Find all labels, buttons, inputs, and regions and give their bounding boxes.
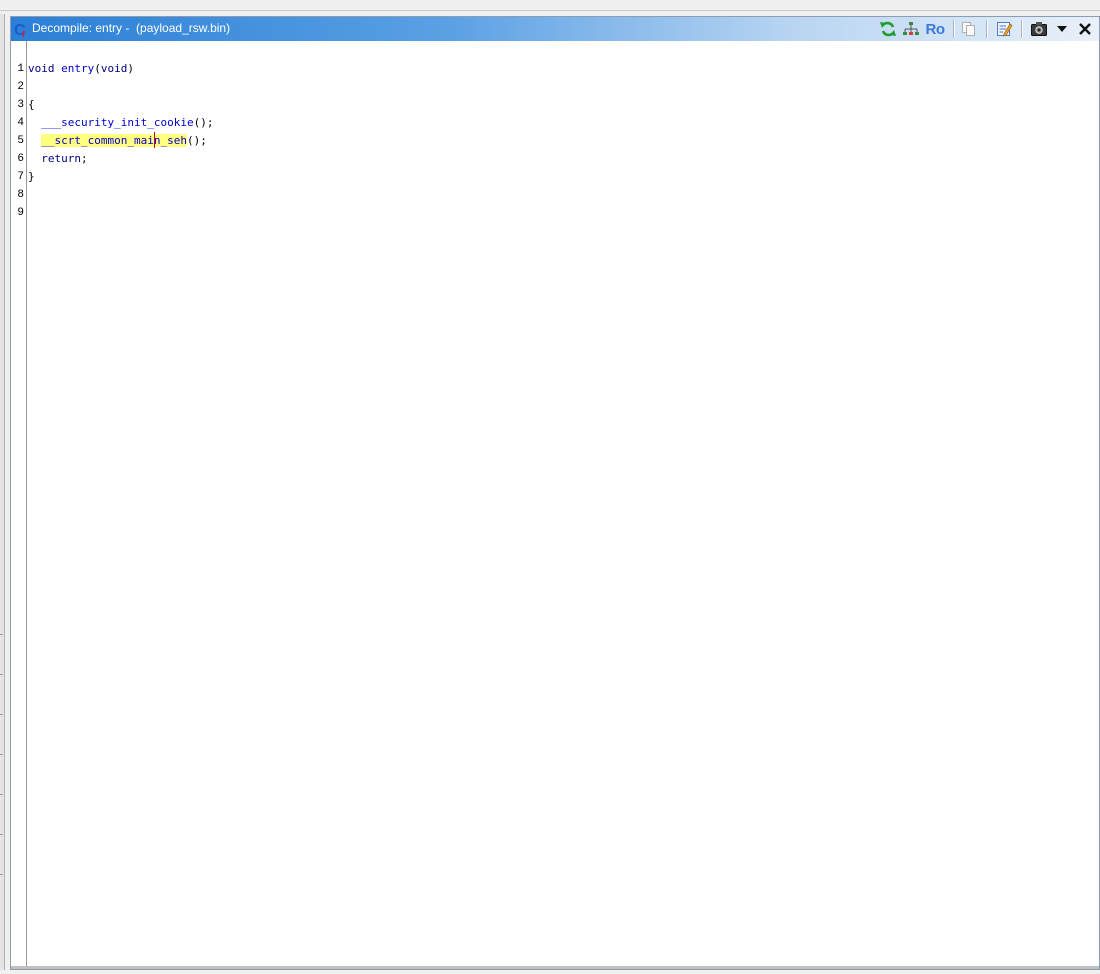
read-only-toggle[interactable]: Ro: [923, 19, 947, 39]
keyword-token[interactable]: void: [101, 62, 128, 75]
decompiler-logo-icon: C f: [14, 22, 26, 38]
dock-tick: [0, 754, 3, 755]
left-dock-edge: [0, 14, 5, 970]
punctuation: ();: [186, 134, 207, 147]
function-graph-button[interactable]: [901, 19, 921, 39]
panel-title: Decompile: entry - (payload_rsw.bin): [32, 21, 231, 35]
token-part: __scrt_common_mai: [41, 134, 154, 147]
line-number: 9: [17, 207, 24, 219]
code-line[interactable]: 8 }: [11, 168, 1081, 201]
close-button[interactable]: [1075, 19, 1095, 39]
code-text: ___security_init_cookie();: [28, 114, 213, 132]
function-graph-icon: [903, 22, 919, 35]
code-line[interactable]: 4 {: [11, 96, 1081, 129]
menu-dropdown-icon: [1057, 26, 1067, 32]
highlighted-function-call-token[interactable]: __scrt_common_main_seh: [41, 132, 187, 148]
toolbar-separator: [986, 20, 988, 38]
function-name-token[interactable]: entry: [61, 62, 94, 75]
edit-signature-button[interactable]: [994, 19, 1014, 39]
dock-tick: [0, 794, 3, 795]
keyword-token[interactable]: return: [41, 152, 81, 165]
code-editor[interactable]: 1 2 void entry(void) 3 4 { 5 ___security…: [11, 41, 1099, 969]
refresh-button[interactable]: [878, 19, 898, 39]
copy-button[interactable]: [959, 19, 979, 39]
read-only-label: Ro: [925, 20, 946, 38]
code-line[interactable]: 7 return;: [11, 150, 1081, 183]
code-line[interactable]: 1: [11, 42, 1081, 75]
bottom-border: [11, 966, 1099, 969]
close-icon: [1079, 23, 1091, 35]
code-line[interactable]: 5 ___security_init_cookie();: [11, 114, 1081, 147]
function-call-token[interactable]: ___security_init_cookie: [41, 116, 193, 129]
token-part: n_seh: [153, 134, 187, 147]
snapshot-icon: [1031, 22, 1047, 36]
open-brace: {: [28, 98, 35, 111]
dock-tick: [0, 634, 3, 635]
code-text: return;: [28, 150, 88, 168]
refresh-icon: [880, 21, 896, 37]
toolbar-separator: [1021, 20, 1023, 38]
text-caret: [153, 132, 155, 148]
code-text: void entry(void): [28, 60, 134, 78]
panel-menu-dropdown[interactable]: [1053, 19, 1071, 39]
code-line[interactable]: 9: [11, 186, 1081, 219]
copy-icon: [962, 22, 975, 36]
panel-titlebar[interactable]: C f Decompile: entry - (payload_rsw.bin): [11, 17, 1099, 42]
dock-tick: [0, 834, 3, 835]
code-line[interactable]: 3: [11, 78, 1081, 111]
close-brace: }: [28, 170, 35, 183]
edit-signature-icon: [997, 22, 1013, 37]
top-strip: [0, 0, 1100, 11]
code-line-selected[interactable]: 6 __scrt_common_main_seh();: [11, 132, 1081, 165]
snapshot-button[interactable]: [1028, 19, 1050, 39]
dock-tick: [0, 714, 3, 715]
toolbar-separator: [953, 20, 955, 38]
punctuation: ;: [81, 152, 88, 165]
punctuation: (: [94, 62, 101, 75]
dock-tick: [0, 674, 3, 675]
decompiler-panel: C f Decompile: entry - (payload_rsw.bin): [10, 16, 1100, 970]
code-line[interactable]: 2 void entry(void): [11, 60, 1081, 93]
punctuation: ();: [193, 116, 214, 129]
punctuation: ): [127, 62, 134, 75]
dock-tick: [0, 874, 3, 875]
code-text: __scrt_common_main_seh();: [28, 132, 207, 150]
keyword-token[interactable]: void: [28, 62, 55, 75]
